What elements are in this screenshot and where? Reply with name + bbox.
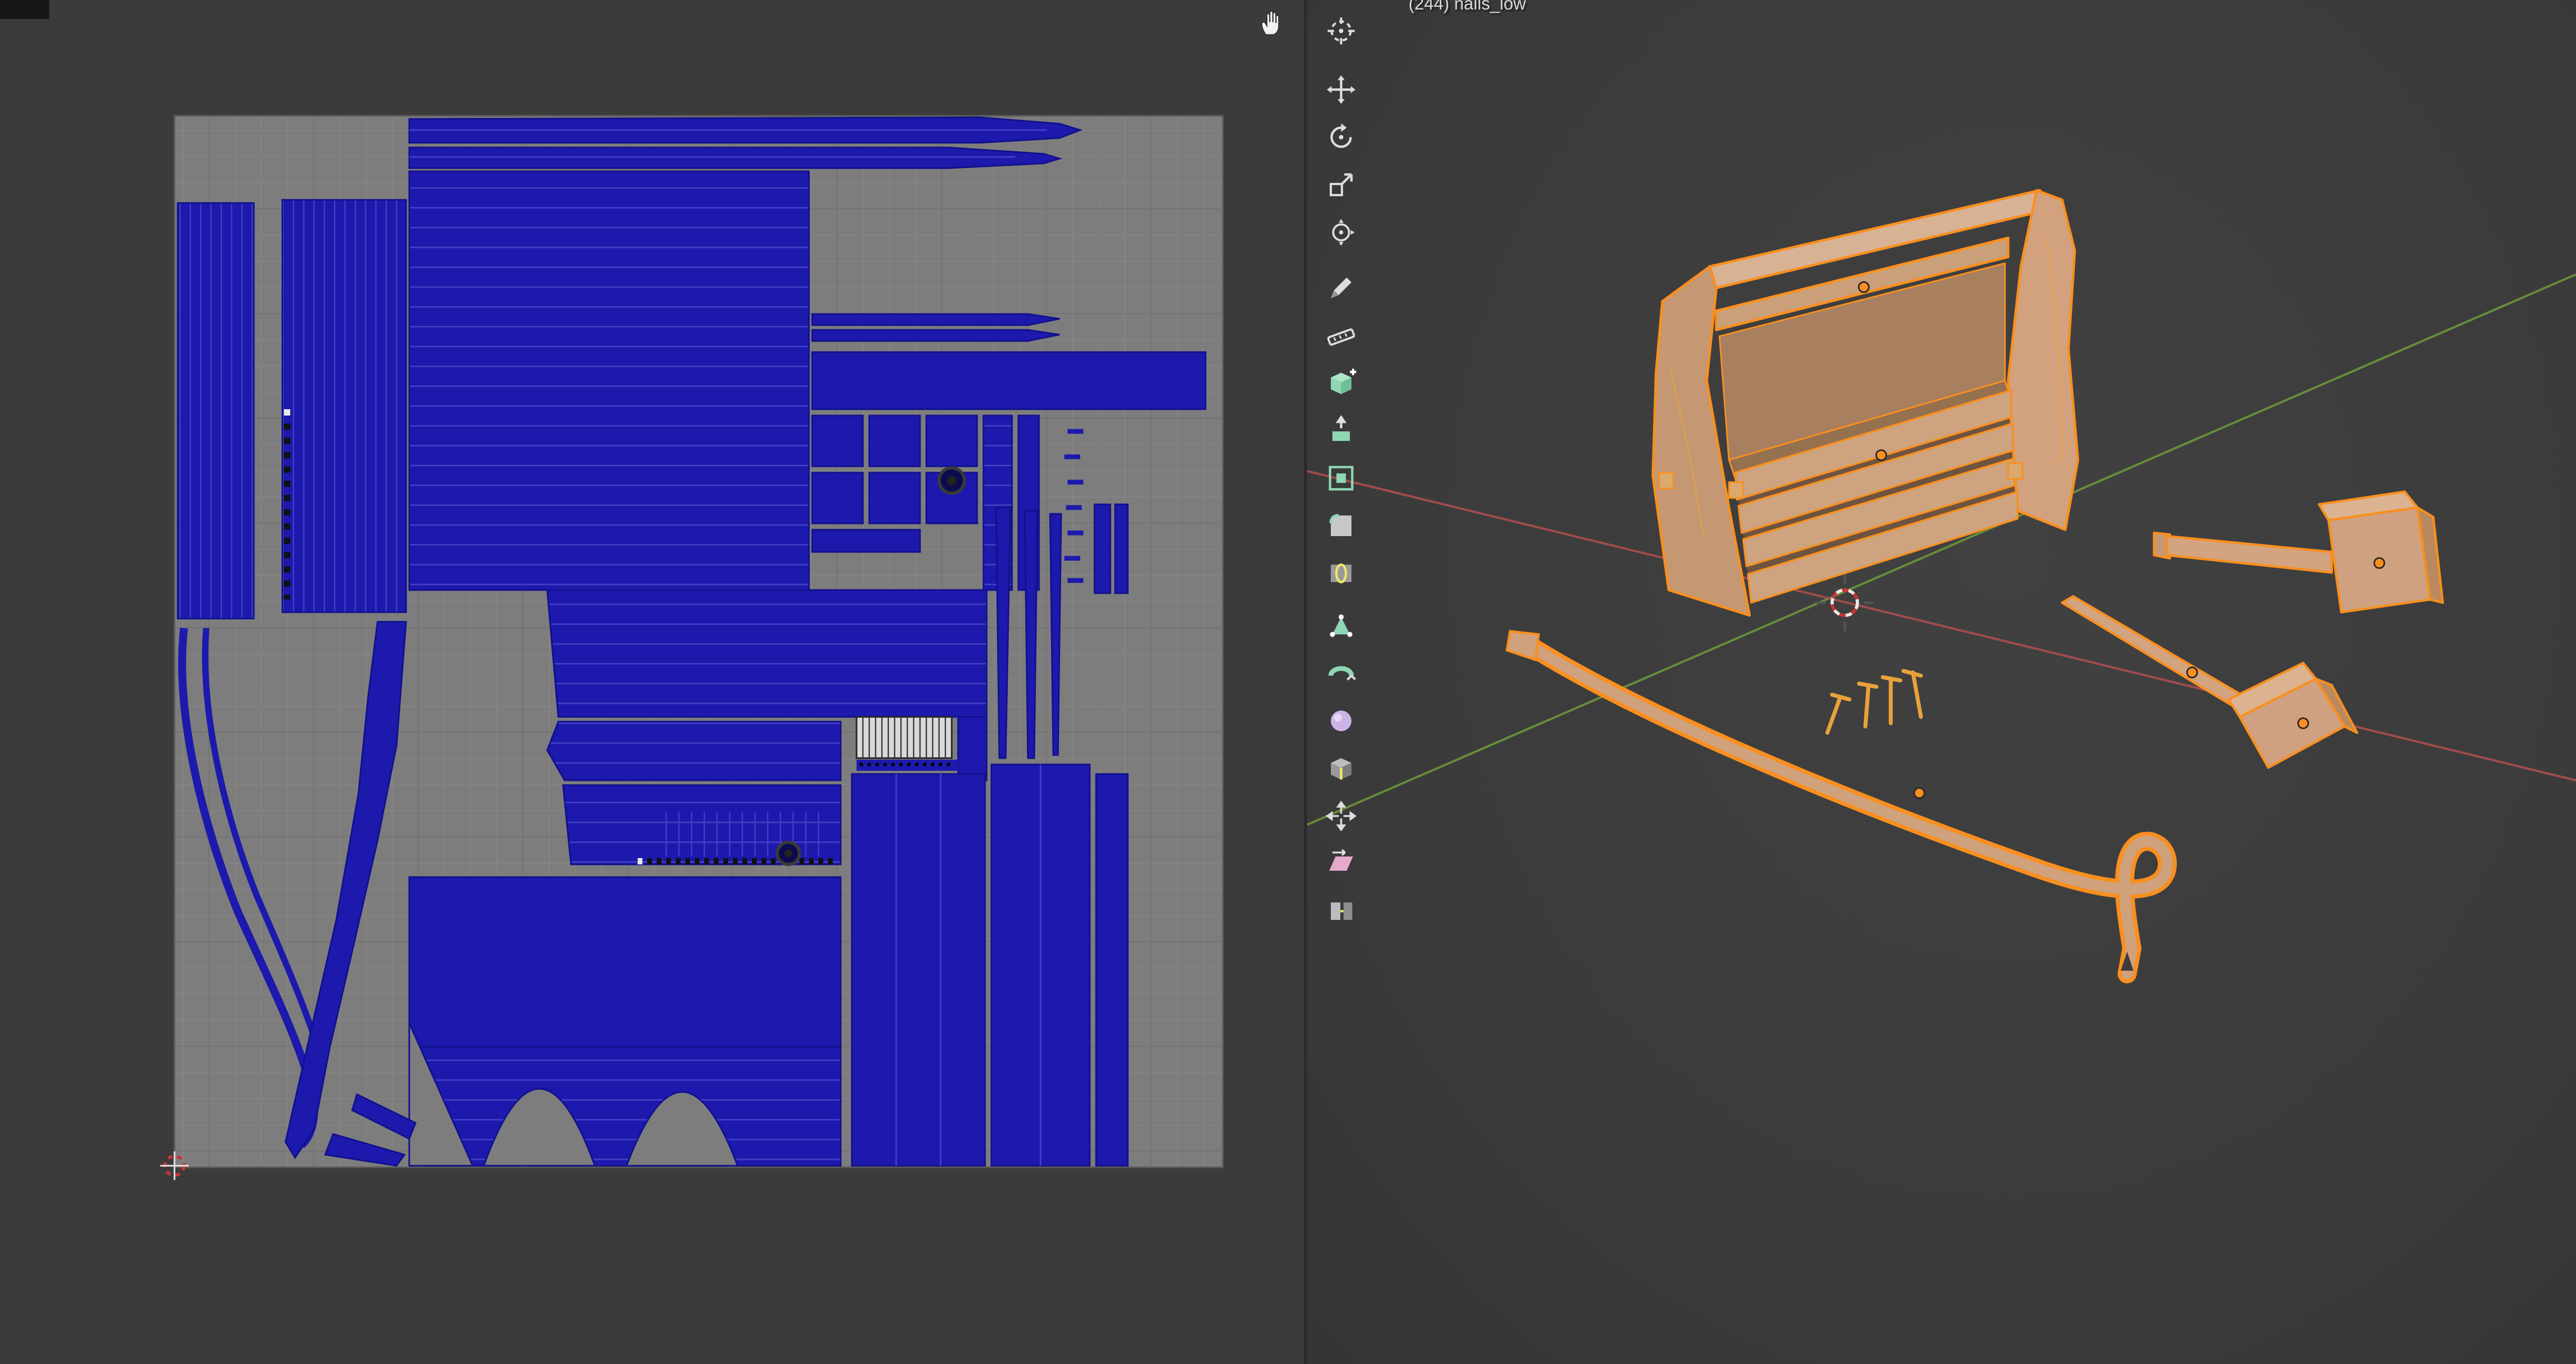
move-icon <box>1326 75 1355 103</box>
measure-icon <box>1326 327 1355 345</box>
tool-poly-build-button[interactable] <box>1318 603 1363 647</box>
transform-icon <box>1331 218 1354 245</box>
blender-window: (244) nails_low <box>0 0 2576 1364</box>
tool-transform-button[interactable] <box>1318 209 1363 254</box>
scale-icon <box>1329 172 1352 196</box>
spin-icon <box>1328 665 1356 680</box>
rotate-icon <box>1329 122 1351 148</box>
inset-faces-icon <box>1328 465 1353 490</box>
tool-scale-button[interactable] <box>1318 162 1363 206</box>
crowbar-object[interactable] <box>1505 630 2177 983</box>
mallet-object[interactable] <box>2152 490 2444 614</box>
loop-cut-icon <box>1330 563 1351 583</box>
header-fragment <box>0 0 49 19</box>
extrude-region-icon <box>1331 414 1349 440</box>
tool-add-cube-button[interactable] <box>1318 360 1363 404</box>
tool-extrude-region-button[interactable] <box>1318 408 1363 452</box>
hand-icon <box>1261 10 1280 36</box>
tool-rip-region-button[interactable] <box>1318 888 1363 933</box>
tool-inset-faces-button[interactable] <box>1318 455 1363 500</box>
viewport-object-info: (244) nails_low <box>1409 0 1526 14</box>
cursor-icon <box>1327 16 1354 44</box>
shrink-fatten-icon <box>1325 800 1356 831</box>
tool-cursor-button[interactable] <box>1318 8 1363 52</box>
tool-loop-cut-button[interactable] <box>1318 550 1363 595</box>
tool-bevel-button[interactable] <box>1318 503 1363 547</box>
tool-measure-button[interactable] <box>1318 314 1363 358</box>
tool-smooth-button[interactable] <box>1318 698 1363 742</box>
tool-spin-button[interactable] <box>1318 650 1363 695</box>
sledgehammer-object[interactable] <box>2060 595 2359 769</box>
tool-shear-button[interactable] <box>1318 841 1363 885</box>
tool-shrink-fatten-button[interactable] <box>1318 793 1363 837</box>
smooth-icon <box>1330 709 1351 731</box>
3d-viewport-canvas <box>1307 189 2576 983</box>
shear-icon <box>1328 848 1353 870</box>
edge-slide-icon <box>1330 757 1351 779</box>
add-cube-icon <box>1330 368 1356 393</box>
tool-move-button[interactable] <box>1318 67 1363 111</box>
tool-rotate-button[interactable] <box>1318 114 1363 159</box>
poly-build-icon <box>1329 613 1352 637</box>
bevel-icon <box>1328 513 1351 536</box>
rip-region-icon <box>1330 901 1351 919</box>
viewport-toolbar <box>1318 0 1366 983</box>
toolbox-object[interactable] <box>1651 189 2080 617</box>
tool-annotate-button[interactable] <box>1318 265 1363 309</box>
tool-edge-slide-button[interactable] <box>1318 745 1363 790</box>
nails-object[interactable] <box>1825 669 1923 735</box>
annotate-icon <box>1330 277 1351 298</box>
